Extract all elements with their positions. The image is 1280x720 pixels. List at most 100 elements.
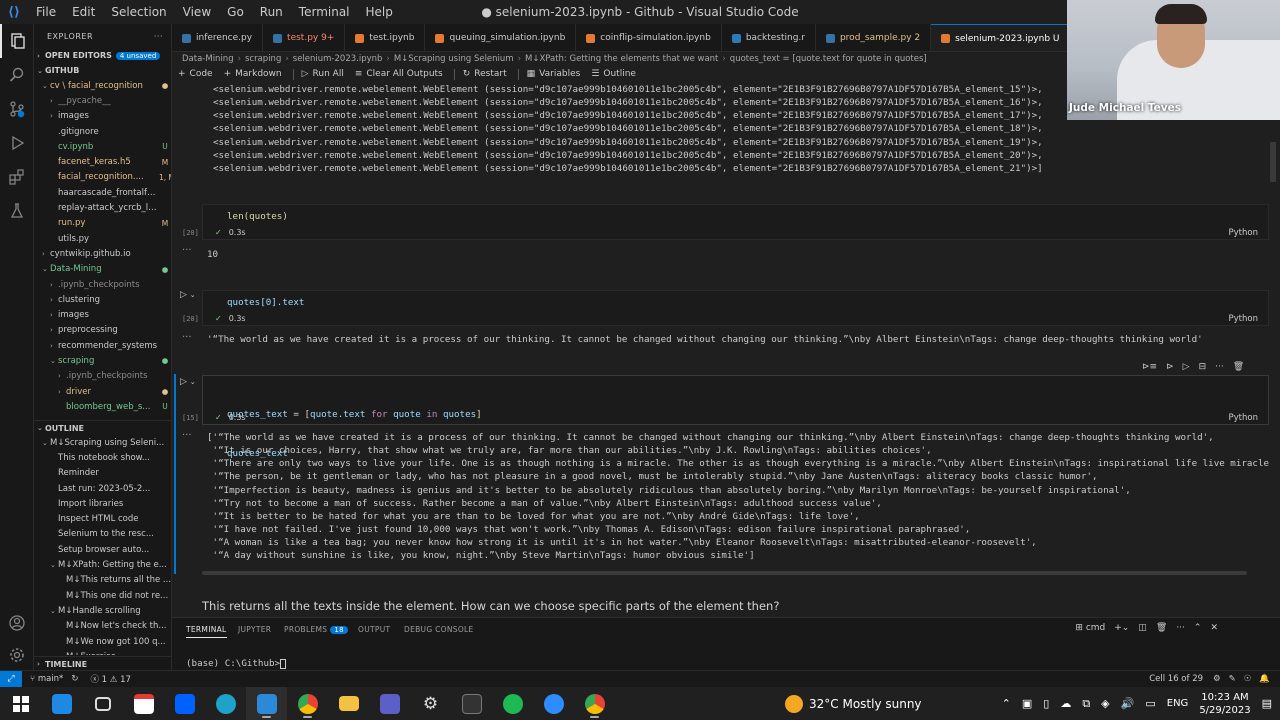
- outline-item[interactable]: ⌄ M↓XPath: Getting the e...: [34, 557, 171, 572]
- account-icon[interactable]: [0, 606, 34, 640]
- notifications-icon[interactable]: 🔔: [1259, 674, 1270, 684]
- outline-item[interactable]: Setup browser auto...: [34, 542, 171, 557]
- delete-cell-icon[interactable]: 🗑: [1233, 362, 1244, 372]
- panel-tab-jupyter[interactable]: JUPYTER: [238, 625, 271, 634]
- output-more-icon[interactable]: ···: [182, 430, 192, 441]
- timeline-section[interactable]: › TIMELINE: [34, 656, 171, 670]
- outline-item[interactable]: M↓We now got 100 q...: [34, 634, 171, 649]
- cell-language[interactable]: Python: [1229, 314, 1258, 324]
- maximize-panel-icon[interactable]: ⌃: [1194, 623, 1202, 633]
- file-explorer-icon[interactable]: [328, 687, 369, 720]
- run-by-line-icon[interactable]: ⊳≡: [1142, 362, 1157, 372]
- toolbar-restart[interactable]: ↻ Restart: [463, 69, 507, 79]
- tree-item[interactable]: › images: [34, 109, 171, 124]
- breadcrumb-item[interactable]: scraping: [245, 54, 281, 64]
- zoom-icon[interactable]: [533, 687, 574, 720]
- tree-item[interactable]: .gitignore: [34, 124, 171, 139]
- breadcrumb-item[interactable]: M↓XPath: Getting the elements that we wa…: [525, 54, 718, 64]
- tree-item[interactable]: facial_recognition.... 1, M: [34, 170, 171, 185]
- menu-terminal[interactable]: Terminal: [291, 0, 358, 24]
- tab-4[interactable]: coinflip-simulation.ipynb: [576, 24, 722, 51]
- tree-item[interactable]: ⌄ scraping ●: [34, 353, 171, 368]
- github-section[interactable]: ⌄ GITHUB: [34, 63, 171, 78]
- chrome-icon-2[interactable]: [574, 687, 615, 720]
- spotify-icon[interactable]: [492, 687, 533, 720]
- tree-item[interactable]: › driver ●: [34, 384, 171, 399]
- pen-icon[interactable]: ✎: [1229, 674, 1236, 684]
- tree-item[interactable]: replay-attack_ycrcb_luv_e...: [34, 200, 171, 215]
- outline-item[interactable]: Reminder: [34, 466, 171, 481]
- settings-gear-icon[interactable]: [0, 638, 34, 672]
- tree-item[interactable]: › images: [34, 307, 171, 322]
- tree-item[interactable]: ⌄ cv \ facial_recognition ●: [34, 78, 171, 93]
- cell-code[interactable]: len(quotes): [227, 211, 288, 222]
- terminal-icon[interactable]: [451, 687, 492, 720]
- tree-item[interactable]: utils.py: [34, 231, 171, 246]
- close-panel-icon[interactable]: ✕: [1210, 623, 1218, 633]
- toolbar-clear-all-outputs[interactable]: ≡ Clear All Outputs: [355, 69, 443, 79]
- tree-item[interactable]: › clustering: [34, 292, 171, 307]
- battery-icon[interactable]: ▭: [1145, 697, 1155, 710]
- new-terminal-icon[interactable]: +⌄: [1114, 623, 1129, 633]
- mail-icon[interactable]: [41, 687, 82, 720]
- teams-icon[interactable]: [369, 687, 410, 720]
- terminal-shell[interactable]: ⊞ cmd: [1075, 623, 1105, 633]
- kill-terminal-icon[interactable]: 🗑: [1156, 623, 1167, 633]
- markdown-cell-text[interactable]: This returns all the texts inside the el…: [202, 599, 779, 613]
- tab-3[interactable]: queuing_simulation.ipynb: [425, 24, 577, 51]
- run-cell-icon[interactable]: ▷ ⌄: [180, 377, 196, 387]
- panel-tab-problems[interactable]: PROBLEMS 18: [284, 625, 348, 634]
- tree-item[interactable]: › recommender_systems: [34, 338, 171, 353]
- run-cell-icon[interactable]: ▷ ⌄: [180, 290, 196, 300]
- breadcrumb-item[interactable]: selenium-2023.ipynb: [293, 54, 383, 64]
- toolbar-code[interactable]: + Code: [178, 69, 213, 79]
- tray-icon-1[interactable]: ▣: [1022, 697, 1032, 710]
- execute-above-icon[interactable]: ⊳: [1166, 362, 1174, 372]
- menu-selection[interactable]: Selection: [103, 0, 174, 24]
- copilot-icon[interactable]: ⚙: [1213, 674, 1221, 684]
- more-icon[interactable]: ···: [1215, 362, 1224, 372]
- notification-center-icon[interactable]: ▤: [1262, 697, 1272, 710]
- outline-item[interactable]: Last run: 2023-05-2...: [34, 481, 171, 496]
- menu-view[interactable]: View: [175, 0, 219, 24]
- tray-overflow-icon[interactable]: ⌃: [1002, 697, 1011, 710]
- menu-help[interactable]: Help: [358, 0, 401, 24]
- more-icon[interactable]: ···: [1176, 623, 1185, 633]
- search-icon[interactable]: [0, 58, 34, 92]
- volume-icon[interactable]: 🔊: [1121, 697, 1135, 710]
- tab-1[interactable]: test.py 9+: [263, 24, 346, 51]
- cell-language[interactable]: Python: [1229, 228, 1258, 238]
- panel-tab-output[interactable]: OUTPUT: [358, 625, 390, 634]
- phone-icon[interactable]: ▯: [1043, 697, 1049, 710]
- output-scrollbar[interactable]: [202, 571, 1247, 575]
- tab-2[interactable]: test.ipynb: [345, 24, 426, 51]
- testing-icon[interactable]: [0, 194, 34, 228]
- outline-item[interactable]: M↓This returns all the ...: [34, 573, 171, 588]
- tree-item[interactable]: facenet_keras.h5 M: [34, 154, 171, 169]
- explorer-icon[interactable]: [0, 24, 34, 58]
- outline-item[interactable]: ⌄ M↓Handle scrolling: [34, 603, 171, 618]
- start-icon[interactable]: [0, 687, 41, 720]
- outline-section[interactable]: ⌄ OUTLINE: [34, 420, 171, 435]
- outline-item[interactable]: M↓Exercise: [34, 649, 171, 655]
- toolbar-run-all[interactable]: ▷ Run All: [302, 69, 344, 79]
- network-icon[interactable]: ⧉: [1082, 697, 1090, 711]
- panel-tab-terminal[interactable]: TERMINAL: [186, 625, 227, 638]
- breadcrumb-item[interactable]: Data-Mining: [182, 54, 234, 64]
- tree-item[interactable]: haarcascade_frontalface_...: [34, 185, 171, 200]
- open-editors-section[interactable]: › OPEN EDITORS 4 unsaved: [34, 48, 171, 63]
- outline-item[interactable]: Selenium to the resc...: [34, 527, 171, 542]
- outline-item[interactable]: This notebook show...: [34, 450, 171, 465]
- code-cell[interactable]: len(quotes) ✓ 0.3s Python: [202, 204, 1269, 240]
- cell-position[interactable]: Cell 16 of 29: [1149, 674, 1203, 684]
- toolbar-markdown[interactable]: + Markdown: [224, 69, 282, 79]
- tree-item[interactable]: › preprocessing: [34, 323, 171, 338]
- vscode-taskbar-icon[interactable]: [246, 687, 287, 720]
- task-view-icon[interactable]: [82, 687, 123, 720]
- extensions-icon[interactable]: [0, 160, 34, 194]
- dropbox-icon[interactable]: [164, 687, 205, 720]
- output-more-icon[interactable]: ···: [182, 332, 192, 343]
- panel-tab-debug-console[interactable]: DEBUG CONSOLE: [404, 625, 474, 634]
- onedrive-icon[interactable]: ☁: [1060, 697, 1071, 710]
- clock[interactable]: 10:23 AM 5/29/2023: [1199, 691, 1250, 717]
